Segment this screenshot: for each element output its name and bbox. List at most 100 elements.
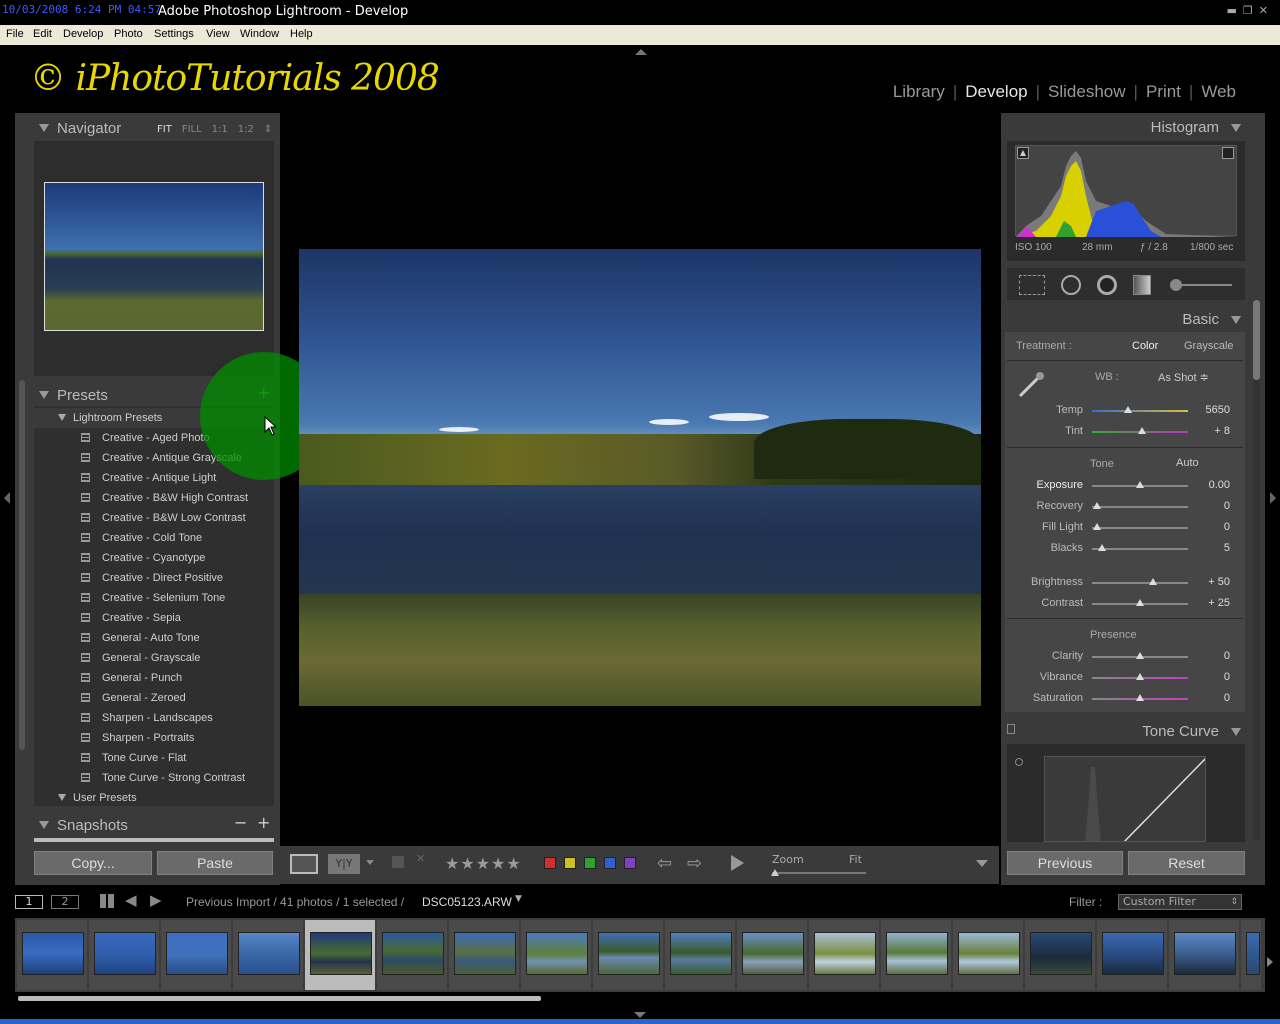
restore-icon[interactable]: ❐ [1243, 4, 1259, 17]
preset-item[interactable]: Sharpen - Portraits [34, 728, 274, 748]
ratio-stepper-icon[interactable]: ⇕ [264, 124, 272, 135]
exposure-slider-knob[interactable] [1136, 481, 1144, 488]
menu-file[interactable]: File [6, 28, 24, 40]
preset-item[interactable]: Creative - B&W High Contrast [34, 488, 274, 508]
collapse-triangle-icon[interactable] [39, 391, 49, 399]
highlight-clipping-toggle[interactable] [1222, 147, 1234, 159]
histogram-graph[interactable] [1015, 145, 1238, 237]
filmstrip-thumbnail[interactable] [881, 920, 951, 990]
module-web[interactable]: Web [1193, 82, 1244, 101]
graduated-filter-icon[interactable] [1133, 275, 1151, 295]
previous-button[interactable]: Previous [1007, 851, 1123, 875]
label-yellow-icon[interactable] [564, 857, 576, 869]
preset-item[interactable]: Tone Curve - Flat [34, 748, 274, 768]
preset-item[interactable]: General - Grayscale [34, 648, 274, 668]
filmstrip-thumbnail[interactable] [809, 920, 879, 990]
filmstrip-thumbnail[interactable] [665, 920, 735, 990]
remove-snapshot-icon[interactable]: − [234, 813, 247, 832]
filmstrip-thumbnail[interactable] [233, 920, 303, 990]
label-purple-icon[interactable] [624, 857, 636, 869]
eyedropper-icon[interactable] [1016, 368, 1048, 400]
paste-button[interactable]: Paste [157, 851, 273, 875]
exposure-value[interactable]: 0.00 [1180, 479, 1230, 491]
minimize-icon[interactable]: ▬ [1227, 4, 1243, 17]
collapse-triangle-icon[interactable] [39, 821, 49, 829]
filter-select[interactable]: Custom Filter ⇕ [1118, 894, 1242, 910]
primary-display-button[interactable]: 1 [15, 895, 43, 909]
auto-tone-button[interactable]: Auto [1176, 457, 1199, 469]
collapse-triangle-icon[interactable] [1231, 316, 1241, 324]
preset-item[interactable]: Tone Curve - Strong Contrast [34, 768, 274, 788]
brightness-slider-knob[interactable] [1149, 578, 1158, 585]
preset-item[interactable]: Creative - Sepia [34, 608, 274, 628]
rating-stars[interactable]: ★★★★★ [445, 854, 522, 873]
module-print[interactable]: Print [1138, 82, 1189, 101]
zoom-slider[interactable] [772, 872, 866, 874]
contrast-value[interactable]: + 25 [1180, 597, 1230, 609]
folder-user-presets[interactable]: User Presets [34, 788, 274, 808]
collapse-left-arrow-icon[interactable] [4, 492, 10, 504]
preset-item[interactable]: Creative - Selenium Tone [34, 588, 274, 608]
wb-select[interactable]: As Shot ≑ [1158, 371, 1209, 384]
filmstrip-thumbnail[interactable] [161, 920, 231, 990]
filmstrip-thumbnail[interactable] [305, 920, 375, 990]
menu-window[interactable]: Window [240, 28, 279, 40]
filmstrip-scrollbar[interactable] [18, 996, 541, 1001]
contrast-slider-knob[interactable] [1136, 599, 1144, 606]
filmstrip-thumbnail[interactable] [89, 920, 159, 990]
crop-tool-icon[interactable] [1019, 275, 1045, 295]
collapse-right-arrow-icon[interactable] [1270, 492, 1276, 504]
treatment-color[interactable]: Color [1132, 340, 1158, 352]
collapse-triangle-icon[interactable] [1231, 728, 1241, 736]
recovery-slider-knob[interactable] [1092, 502, 1101, 509]
preset-item[interactable]: Creative - Cold Tone [34, 528, 274, 548]
clarity-value[interactable]: 0 [1180, 650, 1230, 662]
select-stepper-icon[interactable]: ⇕ [1230, 895, 1238, 909]
recovery-slider[interactable] [1092, 506, 1188, 508]
grid-view-icon[interactable] [100, 894, 114, 908]
collapse-triangle-icon[interactable] [39, 124, 49, 132]
clarity-slider-knob[interactable] [1136, 652, 1144, 659]
vibrance-slider-knob[interactable] [1136, 673, 1144, 680]
filmstrip-thumbnail[interactable] [521, 920, 591, 990]
collapse-top-arrow-icon[interactable] [635, 49, 647, 55]
filmstrip-thumbnail[interactable] [449, 920, 519, 990]
saturation-slider-knob[interactable] [1136, 694, 1144, 701]
menu-develop[interactable]: Develop [63, 28, 103, 40]
zoom-fill[interactable]: FILL [182, 124, 202, 135]
filmstrip-filename[interactable]: DSC05123.ARW [422, 895, 512, 909]
menu-settings[interactable]: Settings [154, 28, 194, 40]
filename-dropdown-icon[interactable]: ▼ [515, 894, 522, 904]
filmstrip-source[interactable]: Previous Import / 41 photos / 1 selected… [186, 895, 404, 909]
next-photo-icon[interactable]: ⇨ [687, 853, 702, 874]
menu-edit[interactable]: Edit [33, 28, 52, 40]
zoom-fit[interactable]: FIT [157, 124, 172, 135]
navigator-header[interactable]: Navigator FIT FILL 1:1 1:2 ⇕ [15, 116, 280, 142]
secondary-display-button[interactable]: 2 [51, 895, 79, 909]
blacks-slider[interactable] [1092, 548, 1188, 550]
copy-button[interactable]: Copy... [34, 851, 152, 875]
temp-slider[interactable] [1092, 410, 1188, 412]
preset-item[interactable]: General - Punch [34, 668, 274, 688]
collapse-bottom-arrow-icon[interactable] [634, 1012, 646, 1018]
toolbar-menu-icon[interactable] [976, 860, 988, 867]
preset-item[interactable]: Sharpen - Landscapes [34, 708, 274, 728]
tone-curve-graph[interactable] [1044, 756, 1206, 842]
preset-item[interactable]: Creative - B&W Low Contrast [34, 508, 274, 528]
flag-reject-icon[interactable]: ✕ [416, 852, 425, 865]
play-slideshow-icon[interactable] [731, 855, 744, 871]
blacks-slider-knob[interactable] [1097, 544, 1106, 551]
shadow-clipping-toggle[interactable] [1017, 147, 1029, 159]
left-panel-scrollbar[interactable] [19, 380, 25, 750]
tint-slider-knob[interactable] [1137, 427, 1146, 434]
flag-pick-icon[interactable] [392, 856, 404, 868]
brightness-slider[interactable] [1092, 582, 1188, 584]
filmstrip-thumbnail[interactable] [1025, 920, 1095, 990]
target-adjust-icon[interactable] [1015, 758, 1023, 766]
blacks-value[interactable]: 5 [1180, 542, 1230, 554]
fill-light-value[interactable]: 0 [1180, 521, 1230, 533]
before-after-dropdown-icon[interactable] [366, 860, 374, 865]
filmstrip-thumbnail[interactable] [953, 920, 1023, 990]
filmstrip-thumbnail[interactable] [377, 920, 447, 990]
zoom-1-1[interactable]: 1:1 [212, 124, 228, 135]
